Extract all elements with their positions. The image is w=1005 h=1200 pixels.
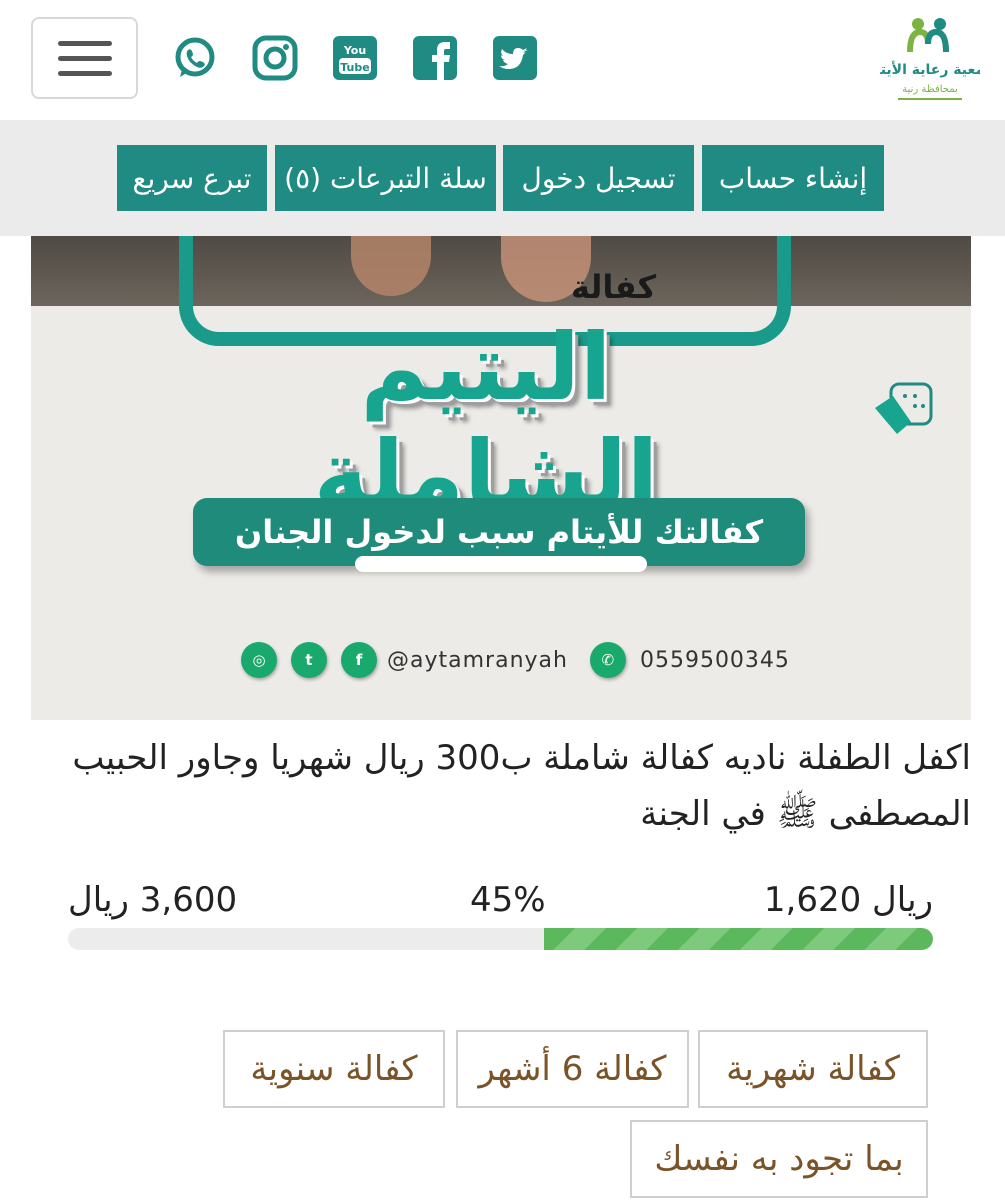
- target-amount: 3,600 ريال: [68, 880, 238, 920]
- phone-number: 0559500345: [639, 647, 790, 673]
- instagram-icon: ◎: [241, 642, 277, 678]
- facebook-icon: [413, 36, 457, 80]
- progress-bar: [68, 928, 933, 950]
- instagram-link[interactable]: [252, 35, 298, 81]
- banner-title: اليتيم الشاملة: [313, 314, 659, 528]
- facebook-icon: f: [341, 642, 377, 678]
- svg-text:بمحافظة رنية: بمحافظة رنية: [902, 84, 958, 95]
- banner-contacts: ◎ t f @aytamranyah ✆ 0559500345: [241, 642, 790, 678]
- monthly-sponsorship-button[interactable]: كفالة شهرية: [698, 1030, 928, 1108]
- twitter-link[interactable]: [492, 35, 538, 81]
- campaign-banner: كفالة اليتيم الشاملة كفالتك للأيتام سبب …: [31, 236, 971, 720]
- quick-donate-button[interactable]: تبرع سريع: [117, 145, 267, 211]
- twitter-icon: t: [291, 642, 327, 678]
- donation-basket-button[interactable]: سلة التبرعات (٥): [275, 145, 496, 211]
- collected-amount: 1,620 ريال: [763, 880, 933, 920]
- svg-text:جمعية رعاية الأيتام: جمعية رعاية الأيتام: [880, 61, 980, 78]
- youtube-icon: You Tube: [333, 36, 377, 80]
- progress-percent: 45%: [470, 880, 546, 920]
- create-account-button[interactable]: إنشاء حساب: [702, 145, 884, 211]
- nav-band: إنشاء حساب تسجيل دخول سلة التبرعات (٥) ت…: [0, 120, 1005, 236]
- svg-text:You: You: [343, 44, 366, 57]
- whatsapp-icon: [175, 37, 215, 77]
- whatsapp-icon: ✆: [589, 642, 626, 678]
- yearly-sponsorship-button[interactable]: كفالة سنوية: [223, 1030, 445, 1108]
- svg-text:Tube: Tube: [340, 61, 369, 74]
- case-description: اكفل الطفلة ناديه كفالة شاملة ب300 ريال …: [72, 738, 971, 834]
- twitter-icon: [493, 36, 537, 80]
- association-logo[interactable]: جمعية رعاية الأيتام بمحافظة رنية: [865, 14, 995, 106]
- instagram-icon: [252, 35, 298, 81]
- decorative-logo-icon: [875, 382, 933, 434]
- hamburger-line: [57, 55, 112, 61]
- top-header: You Tube جمعية رعاية الأيتام بمحافظة رني…: [0, 0, 1005, 120]
- progress-fill: [543, 928, 933, 950]
- banner-underline: [355, 556, 647, 572]
- login-button[interactable]: تسجيل دخول: [503, 145, 694, 211]
- whatsapp-link[interactable]: [172, 35, 218, 81]
- hamburger-menu-button[interactable]: [31, 17, 138, 99]
- custom-amount-button[interactable]: بما تجود به نفسك: [630, 1120, 928, 1198]
- logo-icon: جمعية رعاية الأيتام بمحافظة رنية: [865, 18, 995, 100]
- facebook-link[interactable]: [412, 35, 458, 81]
- social-handle: @aytamranyah: [387, 647, 568, 673]
- banner-kafala: كفالة: [571, 268, 657, 306]
- youtube-link[interactable]: You Tube: [332, 35, 378, 81]
- hamburger-line: [57, 70, 112, 76]
- six-months-sponsorship-button[interactable]: كفالة 6 أشهر: [456, 1030, 689, 1108]
- hamburger-menu-icon: [57, 40, 112, 46]
